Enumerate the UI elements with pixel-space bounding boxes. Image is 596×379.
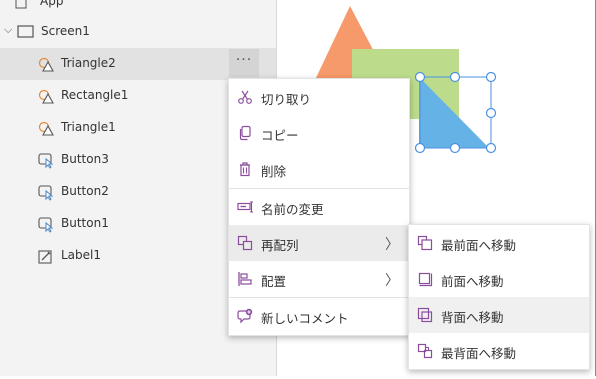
- trash-icon: [237, 161, 253, 177]
- menu-item-rename[interactable]: 名前の変更: [229, 189, 409, 225]
- menu-item-label: 新しいコメント: [261, 311, 349, 326]
- copy-icon: [237, 125, 253, 141]
- tree-item-label: Button3: [61, 152, 109, 166]
- shape-icon: [38, 121, 54, 137]
- submenu-item-label: 最背面へ移動: [441, 346, 517, 361]
- send-backward-icon: [417, 307, 433, 323]
- menu-item-align[interactable]: 配置 〉: [229, 261, 409, 297]
- submenu-item-bring-to-front[interactable]: 最前面へ移動: [409, 225, 589, 261]
- bring-to-front-icon: [417, 235, 433, 251]
- reorder-submenu: 最前面へ移動 前面へ移動 背面へ移動 最背面へ移動: [408, 224, 590, 370]
- comment-icon: [237, 308, 253, 324]
- button-icon: [38, 217, 54, 233]
- menu-item-copy[interactable]: コピー: [229, 115, 409, 151]
- app-icon: [14, 0, 30, 11]
- menu-item-label: コピー: [261, 128, 299, 143]
- bring-forward-icon: [417, 271, 433, 287]
- tree-item-label: Rectangle1: [61, 88, 129, 102]
- menu-item-label: 切り取り: [261, 92, 312, 107]
- submenu-item-bring-forward[interactable]: 前面へ移動: [409, 261, 589, 297]
- shape-icon: [38, 89, 54, 105]
- menu-item-reorder[interactable]: 再配列 〉: [229, 225, 409, 261]
- menu-item-cut[interactable]: 切り取り: [229, 79, 409, 115]
- chevron-right-icon: 〉: [385, 273, 399, 289]
- scissors-icon: [237, 89, 253, 105]
- submenu-item-label: 最前面へ移動: [441, 238, 517, 253]
- reorder-icon: [237, 235, 253, 251]
- tree-item-label: Button1: [61, 216, 109, 230]
- menu-item-label: 配置: [261, 274, 287, 289]
- more-options-button[interactable]: ···: [229, 49, 259, 77]
- button-icon: [38, 153, 54, 169]
- label-icon: [38, 249, 54, 265]
- submenu-item-send-to-back[interactable]: 最背面へ移動: [409, 333, 589, 369]
- tree-item-label: Button2: [61, 184, 109, 198]
- menu-item-new-comment[interactable]: 新しいコメント: [229, 298, 409, 334]
- screen-icon: [17, 25, 35, 42]
- menu-item-delete[interactable]: 削除: [229, 151, 409, 187]
- menu-item-label: 再配列: [261, 238, 299, 253]
- tree-item-label: Screen1: [41, 24, 90, 38]
- context-menu: 切り取り コピー 削除 名前の変更 再配列 〉 配置 〉 新しいコメント: [228, 78, 410, 336]
- shape-icon: [38, 57, 54, 73]
- tree-item-label: App: [40, 0, 64, 8]
- menu-item-label: 削除: [261, 164, 287, 179]
- submenu-item-label: 背面へ移動: [441, 310, 504, 325]
- tree-item-label: Triangle1: [61, 120, 116, 134]
- menu-item-label: 名前の変更: [261, 202, 324, 217]
- submenu-item-label: 前面へ移動: [441, 274, 504, 289]
- submenu-item-send-backward[interactable]: 背面へ移動: [409, 297, 589, 333]
- tree-item-label: Triangle2: [61, 56, 116, 70]
- rename-icon: [237, 199, 253, 215]
- send-to-back-icon: [417, 343, 433, 359]
- tree-item-label: Label1: [61, 248, 102, 262]
- align-icon: [237, 271, 253, 287]
- tree-item-screen1[interactable]: ⌵ Screen1: [0, 16, 276, 48]
- chevron-down-icon[interactable]: ⌵: [4, 23, 12, 37]
- chevron-right-icon: 〉: [385, 237, 399, 253]
- button-icon: [38, 185, 54, 201]
